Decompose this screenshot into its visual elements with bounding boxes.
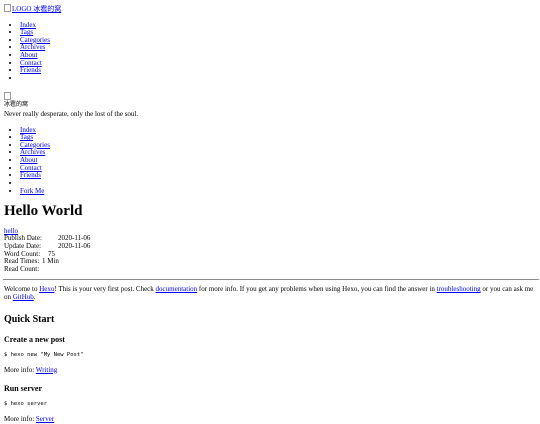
intro-text-5: . <box>33 293 36 302</box>
side-nav-item-about: About <box>20 156 536 165</box>
side-nav-link-friends[interactable]: Friends <box>20 171 41 179</box>
logo-alt-text: LOGO <box>12 5 32 13</box>
meta-read-times: Read Times: 1 Min <box>4 258 536 266</box>
github-link[interactable]: GitHub <box>13 293 34 301</box>
site-header: LOGO 冰雹的窝 <box>4 4 536 14</box>
meta-update-date: Update Date: 2020-11-06 <box>4 242 536 251</box>
fork-me-link[interactable]: Fork Me <box>20 187 44 195</box>
meta-read-count: Read Count: <box>4 264 536 274</box>
troubleshooting-link[interactable]: troubleshooting <box>437 285 481 294</box>
more-info-label: More info: <box>4 415 36 424</box>
documentation-link[interactable]: documentation <box>156 285 198 294</box>
side-nav-item-archives: Archives <box>20 149 536 157</box>
top-nav-link-friends[interactable]: Friends <box>20 66 41 74</box>
top-nav-item-about: About <box>20 51 536 60</box>
side-nav-item-friends: Friends <box>20 171 536 180</box>
top-nav-item-index: Index <box>20 21 536 30</box>
server-link[interactable]: Server <box>36 415 54 423</box>
top-nav-item-categories: Categories <box>20 36 536 45</box>
profile-name: 冰雹的窝 <box>4 101 29 108</box>
hexo-link[interactable]: Hexo <box>39 285 54 294</box>
top-nav-item-tags: Tags <box>20 28 536 37</box>
logo-link[interactable]: LOGO 冰雹的窝 <box>4 4 62 13</box>
meta-key: Read Count: <box>4 264 40 273</box>
create-more-info: More info: Writing <box>4 365 536 375</box>
meta-word-count: Word Count: 75 <box>4 250 536 259</box>
top-nav-item-friends: Friends <box>20 66 536 75</box>
side-nav-item-index: Index <box>20 126 536 135</box>
top-nav-item-archives: Archives <box>20 44 536 52</box>
side-nav: Index Tags Categories Archives About Con… <box>4 126 536 196</box>
create-post-code: $ hexo new "My New Post" <box>4 351 84 358</box>
top-nav-item-search[interactable] <box>20 75 536 83</box>
meta-value: 2020-11-06 <box>58 242 91 251</box>
profile-card: 冰雹的窝 Never really desperate, only the lo… <box>4 92 536 118</box>
post-meta: hello Publish Date: 2020-11-06 Update Dat… <box>4 227 536 274</box>
run-more-info: More info: Server <box>4 415 536 424</box>
logo-image-icon <box>4 4 11 12</box>
create-post-heading: Create a new post <box>4 334 65 344</box>
intro-text-2: ! This is your very first post. Check <box>54 285 156 294</box>
side-nav-item-contact: Contact <box>20 164 536 173</box>
page: LOGO 冰雹的窝 Index Tags Categories Archives… <box>0 0 540 424</box>
post-title: Hello World <box>4 202 83 219</box>
more-info-label: More info: <box>4 365 36 374</box>
profile-motto: Never really desperate, only the lost of… <box>4 109 139 118</box>
site-name: 冰雹的窝 <box>33 5 62 13</box>
intro-text-3: for more info. If you get any problems w… <box>197 285 437 294</box>
avatar-image-icon <box>4 92 11 101</box>
run-server-heading: Run server <box>4 384 42 394</box>
top-nav: Index Tags Categories Archives About Con… <box>4 21 536 83</box>
quick-start-heading: Quick Start <box>4 313 55 325</box>
side-nav-item-fork: Fork Me <box>20 187 536 196</box>
side-nav-item-categories: Categories <box>20 141 536 150</box>
side-nav-item-search[interactable] <box>20 180 536 188</box>
meta-value: 1 Min <box>42 257 59 266</box>
writing-link[interactable]: Writing <box>36 366 58 374</box>
side-nav-item-tags: Tags <box>20 133 536 142</box>
post-intro: Welcome to Hexo! This is your very first… <box>4 286 536 301</box>
top-nav-item-contact: Contact <box>20 59 536 68</box>
divider <box>3 279 539 281</box>
